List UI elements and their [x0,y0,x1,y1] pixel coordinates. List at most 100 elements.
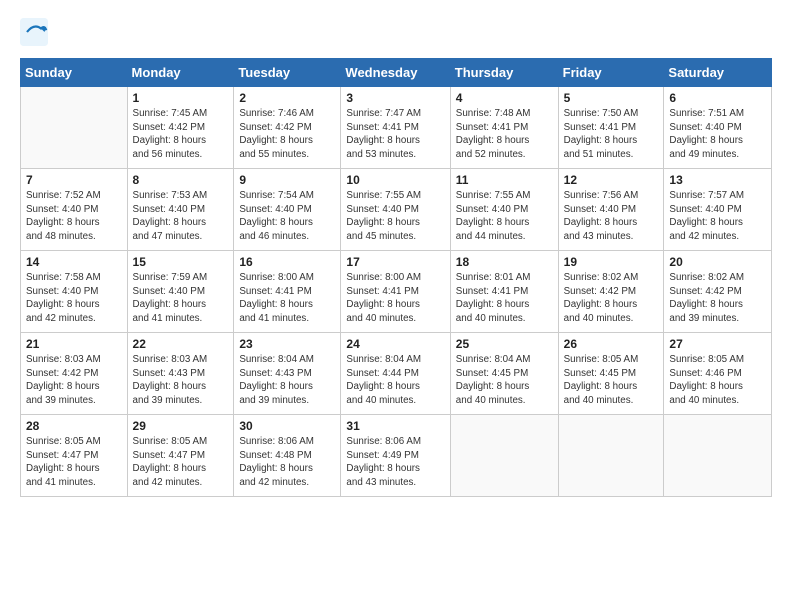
day-info: Sunrise: 8:05 AM Sunset: 4:47 PM Dayligh… [133,435,229,490]
day-number: 19 [564,255,659,269]
day-info: Sunrise: 8:05 AM Sunset: 4:46 PM Dayligh… [669,353,766,408]
calendar-cell: 20 Sunrise: 8:02 AM Sunset: 4:42 PM Dayli… [664,251,772,333]
day-info: Sunrise: 7:52 AM Sunset: 4:40 PM Dayligh… [26,189,122,244]
day-info: Sunrise: 7:56 AM Sunset: 4:40 PM Dayligh… [564,189,659,244]
weekday-header-saturday: Saturday [664,59,772,87]
calendar-cell: 5 Sunrise: 7:50 AM Sunset: 4:41 PM Daylig… [558,87,664,169]
day-info: Sunrise: 7:57 AM Sunset: 4:40 PM Dayligh… [669,189,766,244]
calendar-cell: 22 Sunrise: 8:03 AM Sunset: 4:43 PM Dayli… [127,333,234,415]
logo-icon [20,18,48,46]
day-number: 29 [133,419,229,433]
day-number: 17 [346,255,444,269]
calendar-cell: 12 Sunrise: 7:56 AM Sunset: 4:40 PM Dayli… [558,169,664,251]
day-info: Sunrise: 7:58 AM Sunset: 4:40 PM Dayligh… [26,271,122,326]
calendar-cell: 7 Sunrise: 7:52 AM Sunset: 4:40 PM Daylig… [21,169,128,251]
calendar-cell: 14 Sunrise: 7:58 AM Sunset: 4:40 PM Dayli… [21,251,128,333]
day-info: Sunrise: 7:54 AM Sunset: 4:40 PM Dayligh… [239,189,335,244]
day-info: Sunrise: 7:45 AM Sunset: 4:42 PM Dayligh… [133,107,229,162]
day-number: 24 [346,337,444,351]
day-info: Sunrise: 8:05 AM Sunset: 4:47 PM Dayligh… [26,435,122,490]
calendar-cell: 8Sunrise: 7:53 AM Sunset: 4:40 PM Daylig… [127,169,234,251]
day-number: 15 [133,255,229,269]
calendar-cell: 24 Sunrise: 8:04 AM Sunset: 4:44 PM Dayli… [341,333,450,415]
day-number: 25 [456,337,553,351]
calendar-week-3: 14 Sunrise: 7:58 AM Sunset: 4:40 PM Dayli… [21,251,772,333]
day-number: 14 [26,255,122,269]
calendar-cell: 26 Sunrise: 8:05 AM Sunset: 4:45 PM Dayli… [558,333,664,415]
calendar-cell: 11Sunrise: 7:55 AM Sunset: 4:40 PM Dayli… [450,169,558,251]
day-info: Sunrise: 8:04 AM Sunset: 4:45 PM Dayligh… [456,353,553,408]
day-number: 28 [26,419,122,433]
weekday-header-wednesday: Wednesday [341,59,450,87]
day-info: Sunrise: 8:06 AM Sunset: 4:48 PM Dayligh… [239,435,335,490]
calendar-cell: 16 Sunrise: 8:00 AM Sunset: 4:41 PM Dayli… [234,251,341,333]
day-number: 31 [346,419,444,433]
calendar-cell: 29 Sunrise: 8:05 AM Sunset: 4:47 PM Dayli… [127,415,234,497]
calendar-week-4: 21Sunrise: 8:03 AM Sunset: 4:42 PM Dayli… [21,333,772,415]
calendar-week-2: 7 Sunrise: 7:52 AM Sunset: 4:40 PM Daylig… [21,169,772,251]
day-info: Sunrise: 7:55 AM Sunset: 4:40 PM Dayligh… [346,189,444,244]
calendar-cell [21,87,128,169]
weekday-row: SundayMondayTuesdayWednesdayThursdayFrid… [21,59,772,87]
calendar-cell: 28 Sunrise: 8:05 AM Sunset: 4:47 PM Dayli… [21,415,128,497]
day-info: Sunrise: 7:50 AM Sunset: 4:41 PM Dayligh… [564,107,659,162]
day-number: 26 [564,337,659,351]
day-info: Sunrise: 8:02 AM Sunset: 4:42 PM Dayligh… [564,271,659,326]
day-info: Sunrise: 8:00 AM Sunset: 4:41 PM Dayligh… [239,271,335,326]
day-number: 2 [239,91,335,105]
weekday-header-sunday: Sunday [21,59,128,87]
day-info: Sunrise: 8:04 AM Sunset: 4:44 PM Dayligh… [346,353,444,408]
day-number: 7 [26,173,122,187]
calendar-cell: 4Sunrise: 7:48 AM Sunset: 4:41 PM Daylig… [450,87,558,169]
day-number: 12 [564,173,659,187]
day-info: Sunrise: 8:00 AM Sunset: 4:41 PM Dayligh… [346,271,444,326]
day-info: Sunrise: 8:06 AM Sunset: 4:49 PM Dayligh… [346,435,444,490]
calendar-cell [558,415,664,497]
calendar-cell: 23 Sunrise: 8:04 AM Sunset: 4:43 PM Dayli… [234,333,341,415]
calendar-cell: 21Sunrise: 8:03 AM Sunset: 4:42 PM Dayli… [21,333,128,415]
day-number: 3 [346,91,444,105]
day-number: 1 [133,91,229,105]
day-number: 22 [133,337,229,351]
calendar-cell: 25 Sunrise: 8:04 AM Sunset: 4:45 PM Dayli… [450,333,558,415]
day-number: 10 [346,173,444,187]
weekday-header-monday: Monday [127,59,234,87]
day-number: 13 [669,173,766,187]
weekday-header-thursday: Thursday [450,59,558,87]
day-number: 30 [239,419,335,433]
calendar-cell: 2 Sunrise: 7:46 AM Sunset: 4:42 PM Daylig… [234,87,341,169]
day-number: 18 [456,255,553,269]
day-number: 23 [239,337,335,351]
calendar-header: SundayMondayTuesdayWednesdayThursdayFrid… [21,59,772,87]
calendar-cell: 6 Sunrise: 7:51 AM Sunset: 4:40 PM Daylig… [664,87,772,169]
day-number: 4 [456,91,553,105]
calendar-cell: 15 Sunrise: 7:59 AM Sunset: 4:40 PM Dayli… [127,251,234,333]
day-info: Sunrise: 7:51 AM Sunset: 4:40 PM Dayligh… [669,107,766,162]
day-info: Sunrise: 7:59 AM Sunset: 4:40 PM Dayligh… [133,271,229,326]
day-info: Sunrise: 8:01 AM Sunset: 4:41 PM Dayligh… [456,271,553,326]
calendar-cell [450,415,558,497]
day-info: Sunrise: 8:02 AM Sunset: 4:42 PM Dayligh… [669,271,766,326]
day-info: Sunrise: 8:05 AM Sunset: 4:45 PM Dayligh… [564,353,659,408]
day-number: 9 [239,173,335,187]
day-number: 5 [564,91,659,105]
calendar-cell: 30 Sunrise: 8:06 AM Sunset: 4:48 PM Dayli… [234,415,341,497]
calendar-cell: 10 Sunrise: 7:55 AM Sunset: 4:40 PM Dayli… [341,169,450,251]
day-number: 27 [669,337,766,351]
day-number: 20 [669,255,766,269]
day-info: Sunrise: 7:53 AM Sunset: 4:40 PM Dayligh… [133,189,229,244]
day-number: 6 [669,91,766,105]
day-number: 21 [26,337,122,351]
calendar-body: 1 Sunrise: 7:45 AM Sunset: 4:42 PM Daylig… [21,87,772,497]
calendar-cell: 1 Sunrise: 7:45 AM Sunset: 4:42 PM Daylig… [127,87,234,169]
calendar-cell: 31 Sunrise: 8:06 AM Sunset: 4:49 PM Dayli… [341,415,450,497]
calendar-cell: 27 Sunrise: 8:05 AM Sunset: 4:46 PM Dayli… [664,333,772,415]
calendar-cell: 19 Sunrise: 8:02 AM Sunset: 4:42 PM Dayli… [558,251,664,333]
calendar-cell: 3Sunrise: 7:47 AM Sunset: 4:41 PM Daylig… [341,87,450,169]
day-info: Sunrise: 8:04 AM Sunset: 4:43 PM Dayligh… [239,353,335,408]
day-number: 16 [239,255,335,269]
day-info: Sunrise: 7:46 AM Sunset: 4:42 PM Dayligh… [239,107,335,162]
day-info: Sunrise: 8:03 AM Sunset: 4:43 PM Dayligh… [133,353,229,408]
calendar-cell: 18 Sunrise: 8:01 AM Sunset: 4:41 PM Dayli… [450,251,558,333]
day-number: 11 [456,173,553,187]
